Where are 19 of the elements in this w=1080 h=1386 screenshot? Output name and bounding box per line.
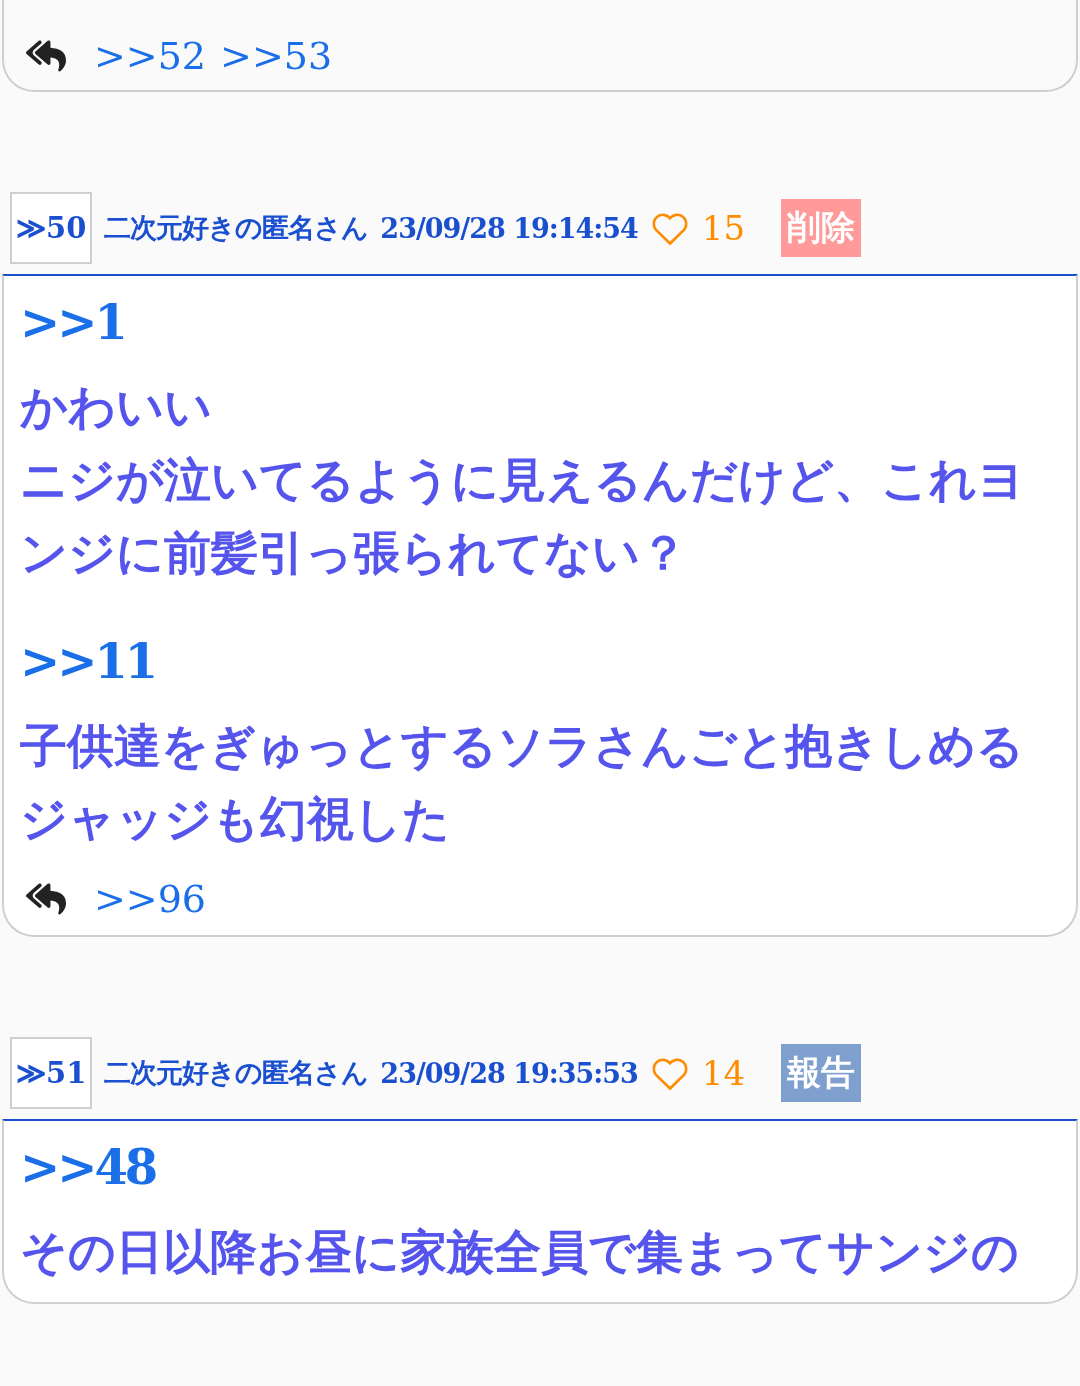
post-text: 子供達をぎゅっとするソラさんごと抱きしめるジャッジも幻視した xyxy=(20,717,1025,848)
reply-link[interactable]: >>96 xyxy=(94,877,207,921)
reply-anchor-link[interactable]: >>1 xyxy=(20,294,125,350)
reply-anchor-link[interactable]: >>48 xyxy=(20,1139,156,1195)
post-author: 二次元好きの匿名さん xyxy=(104,1056,369,1090)
like-count: 14 xyxy=(701,1053,746,1093)
post-number[interactable]: ≫50 xyxy=(10,192,93,264)
post-text: かわいい xyxy=(20,378,213,436)
post-text: その日以降お昼に家族全員で集まってサンジの xyxy=(20,1223,1020,1281)
post-date: 23/09/28 19:35:53 xyxy=(380,1057,638,1089)
reply-link[interactable]: >>53 xyxy=(220,34,333,78)
reply-link[interactable]: >>52 xyxy=(94,34,207,78)
post-number[interactable]: ≫51 xyxy=(10,1037,93,1109)
post-date: 23/09/28 19:14:54 xyxy=(380,212,638,244)
report-button[interactable]: 報告 xyxy=(781,1044,862,1102)
reply-anchor-link[interactable]: >>11 xyxy=(20,633,156,689)
post-text: ニジが泣いてるように見えるんだけど、これヨンジに前髪引っ張られてない？ xyxy=(20,451,1026,582)
post-author: 二次元好きの匿名さん xyxy=(104,211,369,245)
like-count: 15 xyxy=(701,208,746,248)
